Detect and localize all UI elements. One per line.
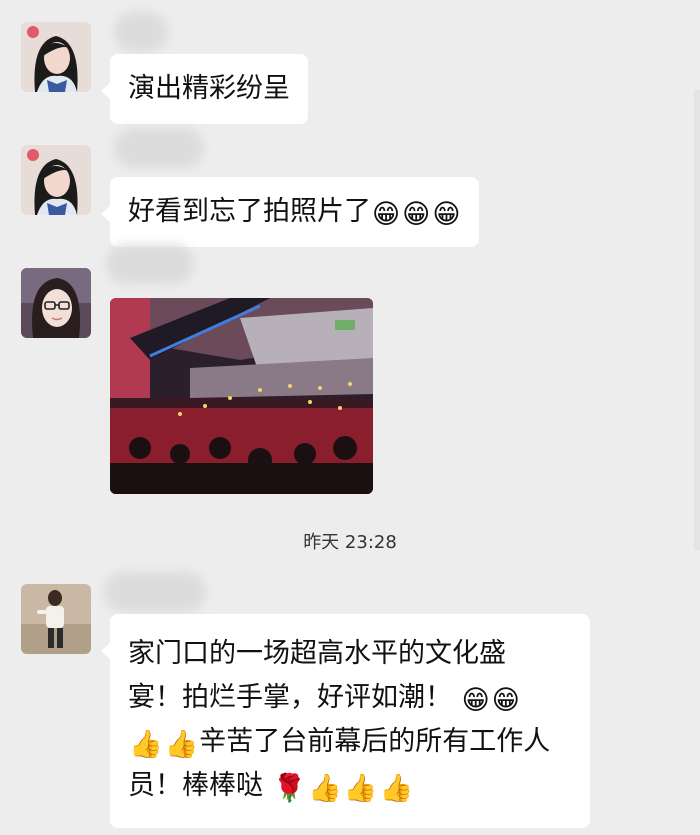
message-line: 👍👍辛苦了台前幕后的所有工作人: [128, 720, 572, 764]
rose-emoji-icon: 🌹: [272, 773, 307, 804]
message-line: 宴！拍烂手掌，好评如潮！ 😁😁: [128, 676, 572, 720]
grin-emoji-icon: 😁: [461, 685, 490, 716]
sender-avatar[interactable]: [21, 584, 91, 654]
grin-emoji-icon: 😁: [491, 685, 520, 716]
grin-emoji-icon: 😁: [432, 199, 461, 230]
message-text: 家门口的一场超高水平的文化盛: [128, 638, 506, 669]
message-bubble[interactable]: 好看到忘了拍照片了😁😁😁: [100, 177, 480, 247]
scroll-edge: [694, 90, 700, 550]
message-text: 好看到忘了拍照片了: [128, 196, 371, 227]
thumbs-up-emoji-icon: 👍: [379, 773, 414, 804]
message-line: 员！棒棒哒 🌹👍👍👍: [128, 764, 572, 808]
concert-photo[interactable]: [110, 298, 373, 494]
thumbs-up-emoji-icon: 👍: [308, 773, 342, 804]
sender-avatar[interactable]: [21, 22, 91, 92]
message-text: 员！棒棒哒: [128, 770, 263, 801]
message-bubble[interactable]: 家门口的一场超高水平的文化盛 宴！拍烂手掌，好评如潮！ 😁😁 👍👍辛苦了台前幕后…: [101, 614, 590, 828]
blurred-sender-name: [106, 244, 194, 284]
sender-avatar[interactable]: [21, 145, 91, 215]
message-line: 家门口的一场超高水平的文化盛: [128, 632, 572, 676]
blurred-sender-name: [114, 12, 168, 52]
sender-avatar[interactable]: [21, 268, 91, 338]
grin-emoji-icon: 😁: [372, 199, 401, 230]
message-timestamp: 昨天 23:28: [303, 532, 397, 553]
thumbs-up-emoji-icon: 👍: [129, 729, 163, 760]
message-text: 演出精彩纷呈: [128, 73, 290, 104]
message-bubble[interactable]: 演出精彩纷呈: [101, 54, 308, 124]
thumbs-up-emoji-icon: 👍: [343, 773, 378, 804]
message-text: 辛苦了台前幕后的所有工作人: [199, 726, 551, 757]
thumbs-up-emoji-icon: 👍: [164, 729, 199, 760]
avatar-glasses-icon: [21, 268, 91, 338]
blurred-sender-name: [114, 128, 204, 168]
blurred-sender-name: [104, 572, 206, 612]
avatar-person-icon: [21, 584, 91, 654]
avatar-woman-icon: [21, 22, 91, 92]
avatar-woman-icon: [21, 145, 91, 215]
concert-photo-image: [110, 298, 373, 494]
message-text: 宴！拍烂手掌，好评如潮！: [128, 682, 452, 713]
grin-emoji-icon: 😁: [402, 199, 431, 230]
